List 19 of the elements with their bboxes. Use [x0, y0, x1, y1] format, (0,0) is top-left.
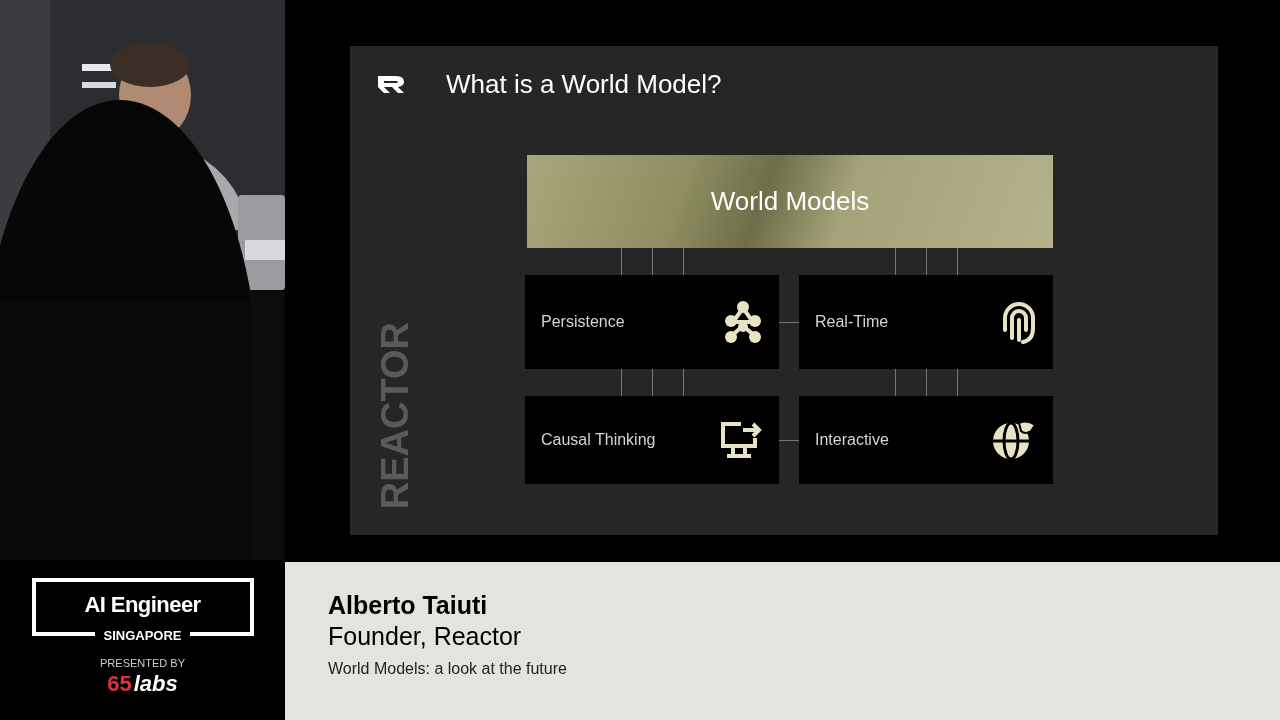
event-name: AI Engineer — [84, 594, 201, 619]
hub-label: World Models — [710, 185, 870, 218]
slide-title: What is a World Model? — [446, 67, 722, 101]
monitor-icon — [719, 420, 763, 460]
talk-title: World Models: a look at the future — [328, 658, 568, 679]
sponsor-word: labs — [133, 673, 178, 695]
card-label: Real-Time — [815, 312, 889, 332]
speaker-name: Alberto Taiuti — [328, 590, 489, 621]
event-location: SINGAPORE — [95, 629, 190, 642]
sponsor-number: 65 — [107, 673, 132, 695]
card-label: Persistence — [541, 312, 625, 332]
speaker-role: Founder, Reactor — [328, 621, 523, 653]
logo-icon — [376, 73, 406, 95]
network-icon — [723, 300, 763, 344]
globe-icon — [991, 419, 1037, 461]
card-label: Interactive — [815, 430, 889, 450]
presented-by: PRESENTED BY — [100, 658, 185, 669]
card-label: Causal Thinking — [541, 430, 656, 450]
fingerprint-icon — [1001, 300, 1037, 344]
